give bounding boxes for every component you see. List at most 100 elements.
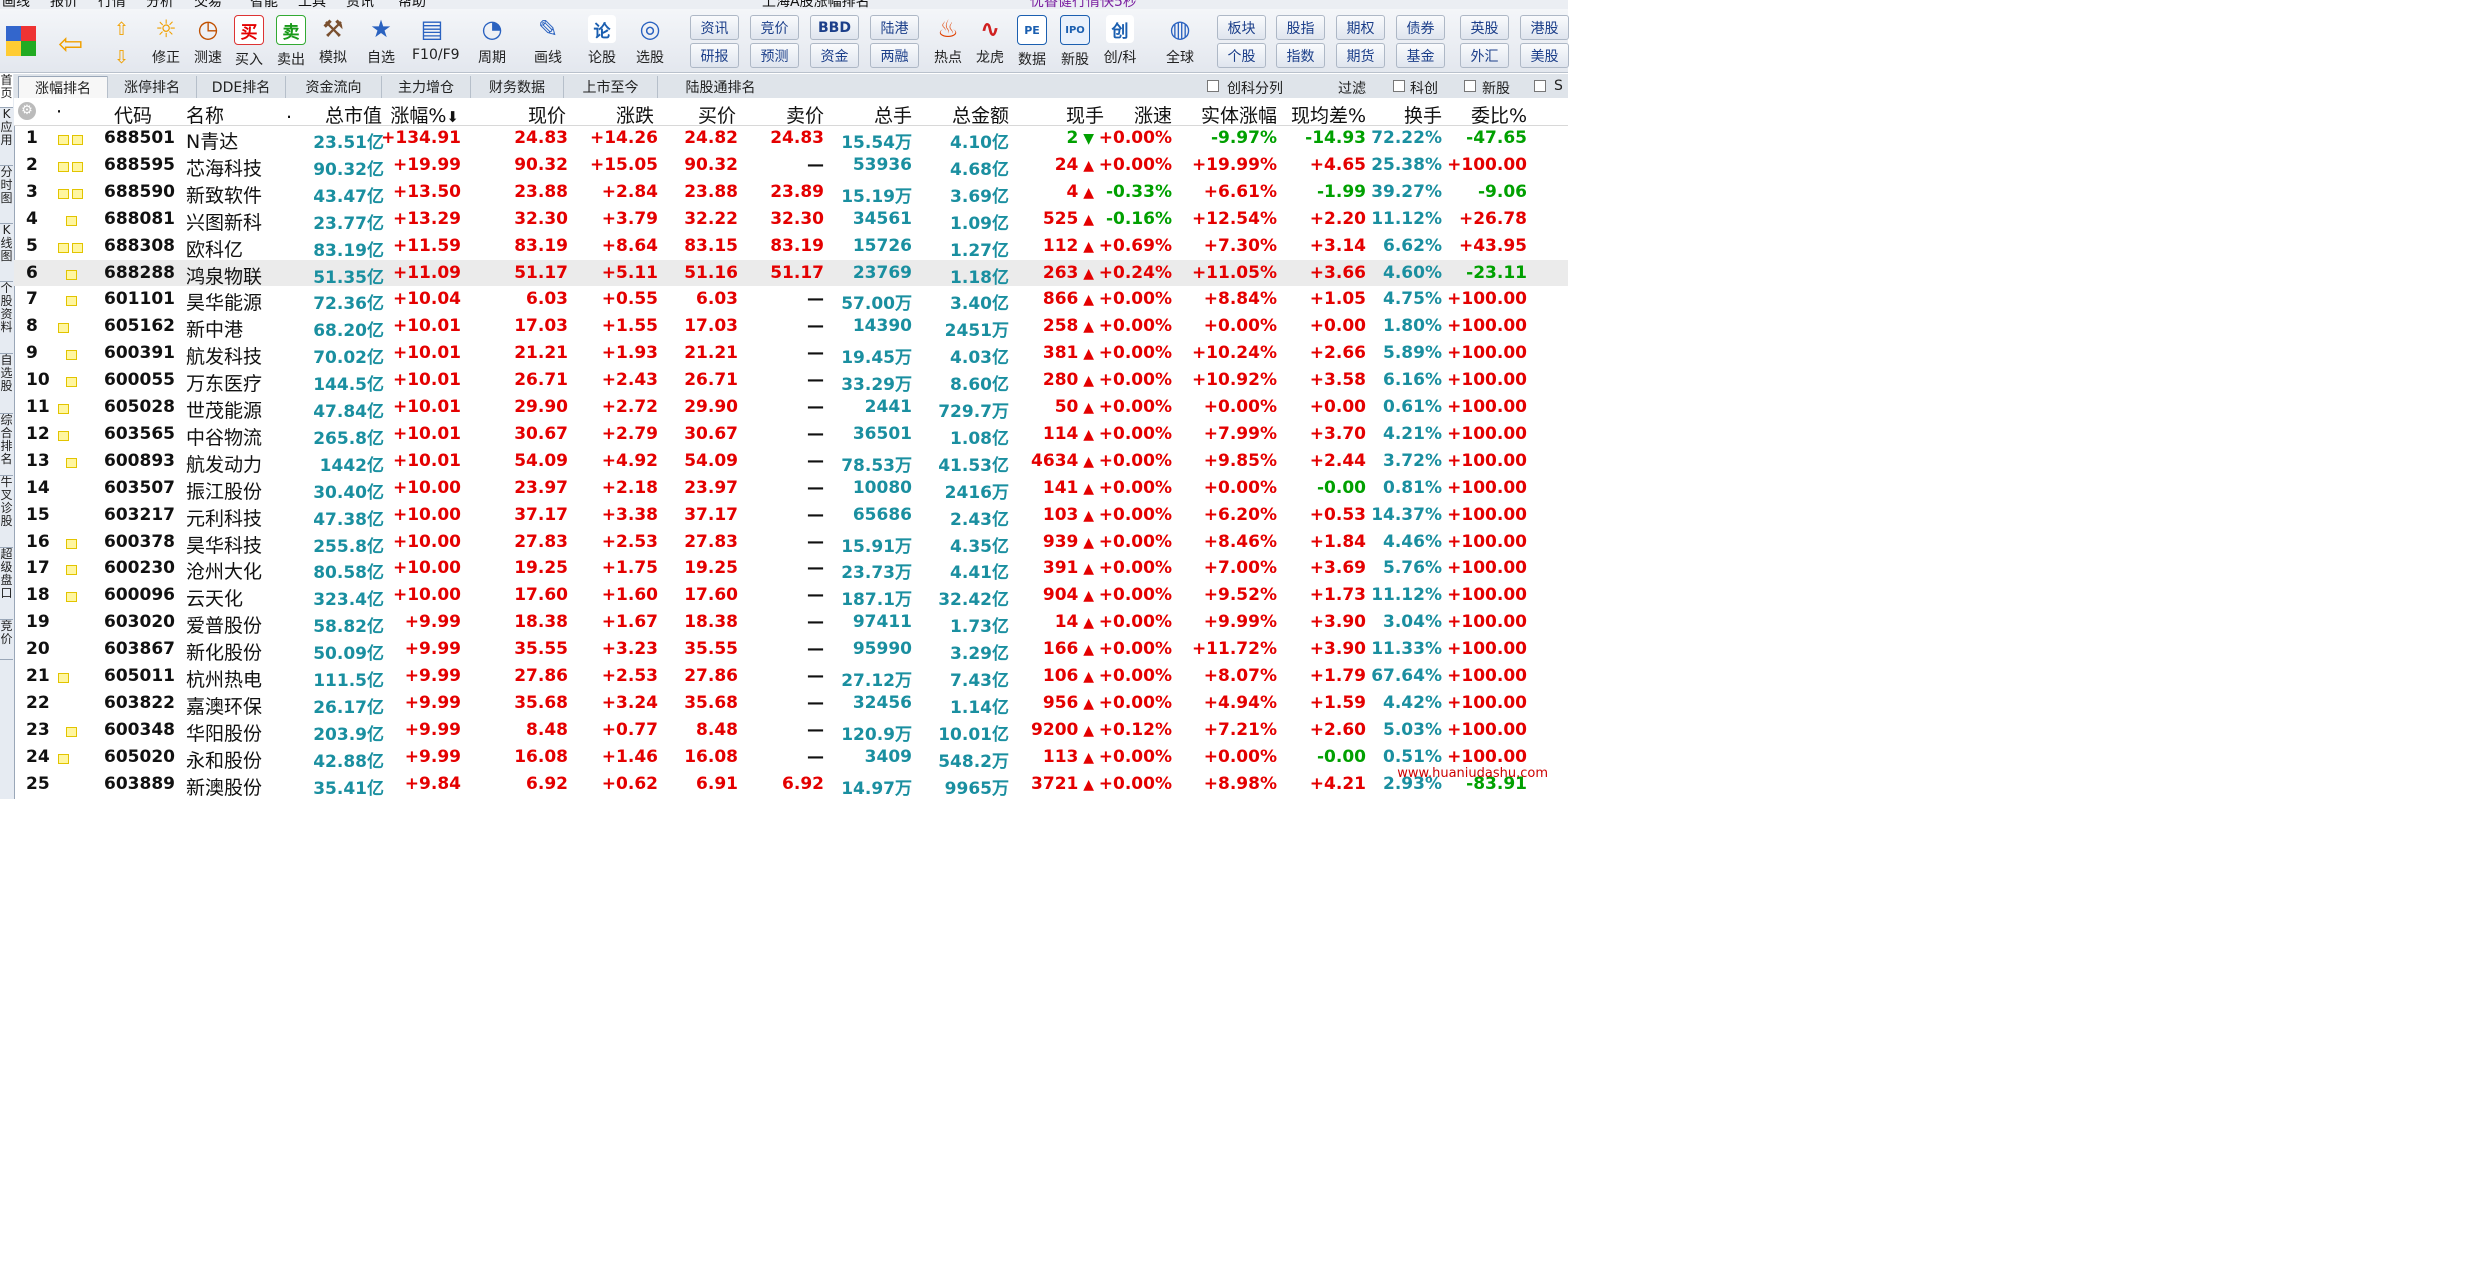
- quick-button-bottom-3[interactable]: 两融: [870, 43, 919, 68]
- table-row[interactable]: 5 688308 欧科亿 83.19亿 +11.59 83.19 +8.64 83.15 83.…: [14, 233, 1568, 261]
- column-header-0[interactable]: ·: [56, 101, 62, 123]
- quick-button-top-1[interactable]: 竞价: [750, 15, 799, 40]
- table-row[interactable]: 3 688590 新致软件 43.47亿 +13.50 23.88 +2.84 23.88 23…: [14, 179, 1568, 207]
- toolbar-button-chuang[interactable]: 创创/科: [1100, 13, 1140, 73]
- quick-button-top-6[interactable]: 期权: [1336, 15, 1385, 40]
- table-row[interactable]: 18 600096 云天化 323.4亿 +10.00 17.60 +1.60 17.60 — 1…: [14, 582, 1568, 610]
- table-row[interactable]: 12 603565 中谷物流 265.8亿 +10.01 30.67 +2.79 30.67 —…: [14, 421, 1568, 449]
- back-arrow-icon[interactable]: ⇦: [58, 27, 83, 62]
- quick-button-top-3[interactable]: 陆港: [870, 15, 919, 40]
- column-header-6[interactable]: 现价: [528, 101, 566, 128]
- table-row[interactable]: 6 688288 鸿泉物联 51.35亿 +11.09 51.17 +5.11 51.16 51…: [14, 259, 1568, 288]
- column-header-2[interactable]: 名称: [186, 101, 224, 128]
- settings-gear-icon[interactable]: ⚙: [18, 102, 36, 120]
- left-tab-7[interactable]: 牛叉诊股: [0, 476, 13, 548]
- quick-button-top-4[interactable]: 板块: [1217, 15, 1266, 40]
- toolbar-button-dragon[interactable]: ∿ 龙虎: [970, 13, 1010, 73]
- table-row[interactable]: 11 605028 世茂能源 47.84亿 +10.01 29.90 +2.72 29.90 —…: [14, 394, 1568, 422]
- toolbar-button-star[interactable]: ★ 自选: [361, 13, 401, 73]
- column-header-13[interactable]: 涨速: [1134, 101, 1172, 128]
- table-row[interactable]: 16 600378 昊华科技 255.8亿 +10.00 27.83 +2.53 27.83 —…: [14, 529, 1568, 557]
- table-row[interactable]: 7 601101 昊华能源 72.36亿 +10.04 6.03 +0.55 6.03 — 57.…: [14, 286, 1568, 314]
- table-row[interactable]: 15 603217 元利科技 47.38亿 +10.00 37.17 +3.38 37.17 —…: [14, 502, 1568, 530]
- toolbar-button-pe[interactable]: PE 数据: [1012, 13, 1052, 73]
- filter-label[interactable]: 过滤: [1338, 78, 1366, 98]
- toolbar-button-pen[interactable]: ✎ 画线: [528, 13, 568, 73]
- toolbar-button-buy[interactable]: 买买入: [229, 13, 269, 73]
- table-row[interactable]: 13 600893 航发动力 1442亿 +10.01 54.09 +4.92 54.09 — 7…: [14, 448, 1568, 476]
- table-row[interactable]: 24 605020 永和股份 42.88亿 +9.99 16.08 +1.46 16.08 — 3…: [14, 744, 1568, 772]
- left-tab-6[interactable]: 综合排名: [0, 414, 13, 476]
- left-tab-0[interactable]: 首页: [0, 74, 13, 108]
- quick-button-bottom-8[interactable]: 外汇: [1460, 43, 1509, 68]
- column-header-1[interactable]: 代码: [114, 101, 152, 128]
- left-tab-2[interactable]: 分时图: [0, 166, 13, 224]
- tab-4[interactable]: 主力增仓: [381, 76, 470, 98]
- left-tab-9[interactable]: 竞价: [0, 620, 13, 660]
- toolbar-button-hot[interactable]: ♨ 热点: [928, 13, 968, 73]
- table-row[interactable]: 23 600348 华阳股份 203.9亿 +9.99 8.48 +0.77 8.48 — 120…: [14, 717, 1568, 745]
- kechuang-checkbox[interactable]: [1393, 80, 1405, 92]
- table-row[interactable]: 1 688501 N青达 23.51亿 +134.91 24.83 +14.26 24.82 2…: [14, 125, 1568, 153]
- column-header-11[interactable]: 总金额: [952, 101, 1009, 128]
- table-row[interactable]: 9 600391 航发科技 70.02亿 +10.01 21.21 +1.93 21.21 — 1…: [14, 340, 1568, 368]
- kechuang-split-checkbox[interactable]: [1207, 80, 1219, 92]
- quick-button-bottom-6[interactable]: 期货: [1336, 43, 1385, 68]
- column-header-10[interactable]: 总手: [874, 101, 912, 128]
- toolbar-button-ipo[interactable]: IPO 新股: [1055, 13, 1095, 73]
- quick-button-bottom-9[interactable]: 美股: [1520, 43, 1569, 68]
- toolbar-button-gear[interactable]: ☼ 修正: [146, 13, 186, 73]
- toolbar-button-select-stock[interactable]: ◎ 选股: [630, 13, 670, 73]
- column-header-8[interactable]: 买价: [698, 101, 736, 128]
- tab-7[interactable]: 陆股通排名: [657, 76, 783, 98]
- table-row[interactable]: 21 605011 杭州热电 111.5亿 +9.99 27.86 +2.53 27.86 — 2…: [14, 663, 1568, 691]
- column-header-7[interactable]: 涨跌: [616, 101, 654, 128]
- table-row[interactable]: 8 605162 新中港 68.20亿 +10.01 17.03 +1.55 17.03 — 14…: [14, 313, 1568, 341]
- left-tab-4[interactable]: 个股资料: [0, 282, 13, 354]
- toolbar-button-globe[interactable]: ◍ 全球: [1160, 13, 1200, 73]
- column-header-16[interactable]: 换手: [1404, 101, 1442, 128]
- xingu-checkbox[interactable]: [1464, 80, 1476, 92]
- toolbar-button-sell[interactable]: 卖卖出: [271, 13, 311, 73]
- left-tab-8[interactable]: 超级盘口: [0, 548, 13, 620]
- table-row[interactable]: 17 600230 沧州大化 80.58亿 +10.00 19.25 +1.75 19.25 —…: [14, 555, 1568, 583]
- table-row[interactable]: 2 688595 芯海科技 90.32亿 +19.99 90.32 +15.05 90.32 —…: [14, 152, 1568, 180]
- column-header-5[interactable]: 涨幅%⬇: [390, 101, 459, 128]
- column-header-15[interactable]: 现均差%: [1291, 101, 1366, 128]
- toolbar-button-clock[interactable]: ◷ 测速: [188, 13, 228, 73]
- tab-5[interactable]: 财务数据: [470, 76, 563, 98]
- quick-button-top-0[interactable]: 资讯: [690, 15, 739, 40]
- column-header-14[interactable]: 实体涨幅: [1201, 101, 1277, 128]
- down-arrow-icon[interactable]: ⇩: [114, 47, 129, 68]
- column-header-4[interactable]: 总市值: [325, 101, 382, 128]
- quick-button-top-2[interactable]: BBD: [810, 15, 859, 40]
- quick-button-bottom-1[interactable]: 预测: [750, 43, 799, 68]
- quick-button-bottom-7[interactable]: 基金: [1396, 43, 1445, 68]
- quick-button-top-5[interactable]: 股指: [1276, 15, 1325, 40]
- table-row[interactable]: 19 603020 爱普股份 58.82亿 +9.99 18.38 +1.67 18.38 — 9…: [14, 609, 1568, 637]
- up-arrow-icon[interactable]: ⇧: [114, 19, 129, 40]
- table-row[interactable]: 10 600055 万东医疗 144.5亿 +10.01 26.71 +2.43 26.71 —…: [14, 367, 1568, 395]
- tab-3[interactable]: 资金流向: [285, 76, 381, 98]
- left-tab-1[interactable]: K应用: [0, 108, 13, 166]
- quick-button-bottom-2[interactable]: 资金: [810, 43, 859, 68]
- table-row[interactable]: 22 603822 嘉澳环保 26.17亿 +9.99 35.68 +3.24 35.68 — 3…: [14, 690, 1568, 718]
- tab-0[interactable]: 涨幅排名: [18, 76, 108, 99]
- toolbar-button-f10[interactable]: ▤ F10/F9: [412, 13, 460, 73]
- quick-button-top-9[interactable]: 港股: [1520, 15, 1569, 40]
- column-header-17[interactable]: 委比%: [1471, 101, 1527, 128]
- left-tab-3[interactable]: K线图: [0, 224, 13, 282]
- quick-button-top-8[interactable]: 英股: [1460, 15, 1509, 40]
- quick-button-bottom-0[interactable]: 研报: [690, 43, 739, 68]
- tab-2[interactable]: DDE排名: [196, 76, 285, 98]
- toolbar-button-forum[interactable]: 论论股: [582, 13, 622, 73]
- quick-button-bottom-4[interactable]: 个股: [1217, 43, 1266, 68]
- quick-button-top-7[interactable]: 债券: [1396, 15, 1445, 40]
- tab-1[interactable]: 涨停排名: [107, 76, 196, 98]
- table-row[interactable]: 4 688081 兴图新科 23.77亿 +13.29 32.30 +3.79 32.22 32…: [14, 206, 1568, 234]
- column-header-9[interactable]: 卖价: [786, 101, 824, 128]
- column-header-3[interactable]: .: [286, 101, 292, 123]
- table-row[interactable]: 20 603867 新化股份 50.09亿 +9.99 35.55 +3.23 35.55 — 9…: [14, 636, 1568, 664]
- column-header-12[interactable]: 现手: [1066, 101, 1104, 128]
- table-row[interactable]: 25 603889 新澳股份 35.41亿 +9.84 6.92 +0.62 6.91 6.92…: [14, 771, 1568, 799]
